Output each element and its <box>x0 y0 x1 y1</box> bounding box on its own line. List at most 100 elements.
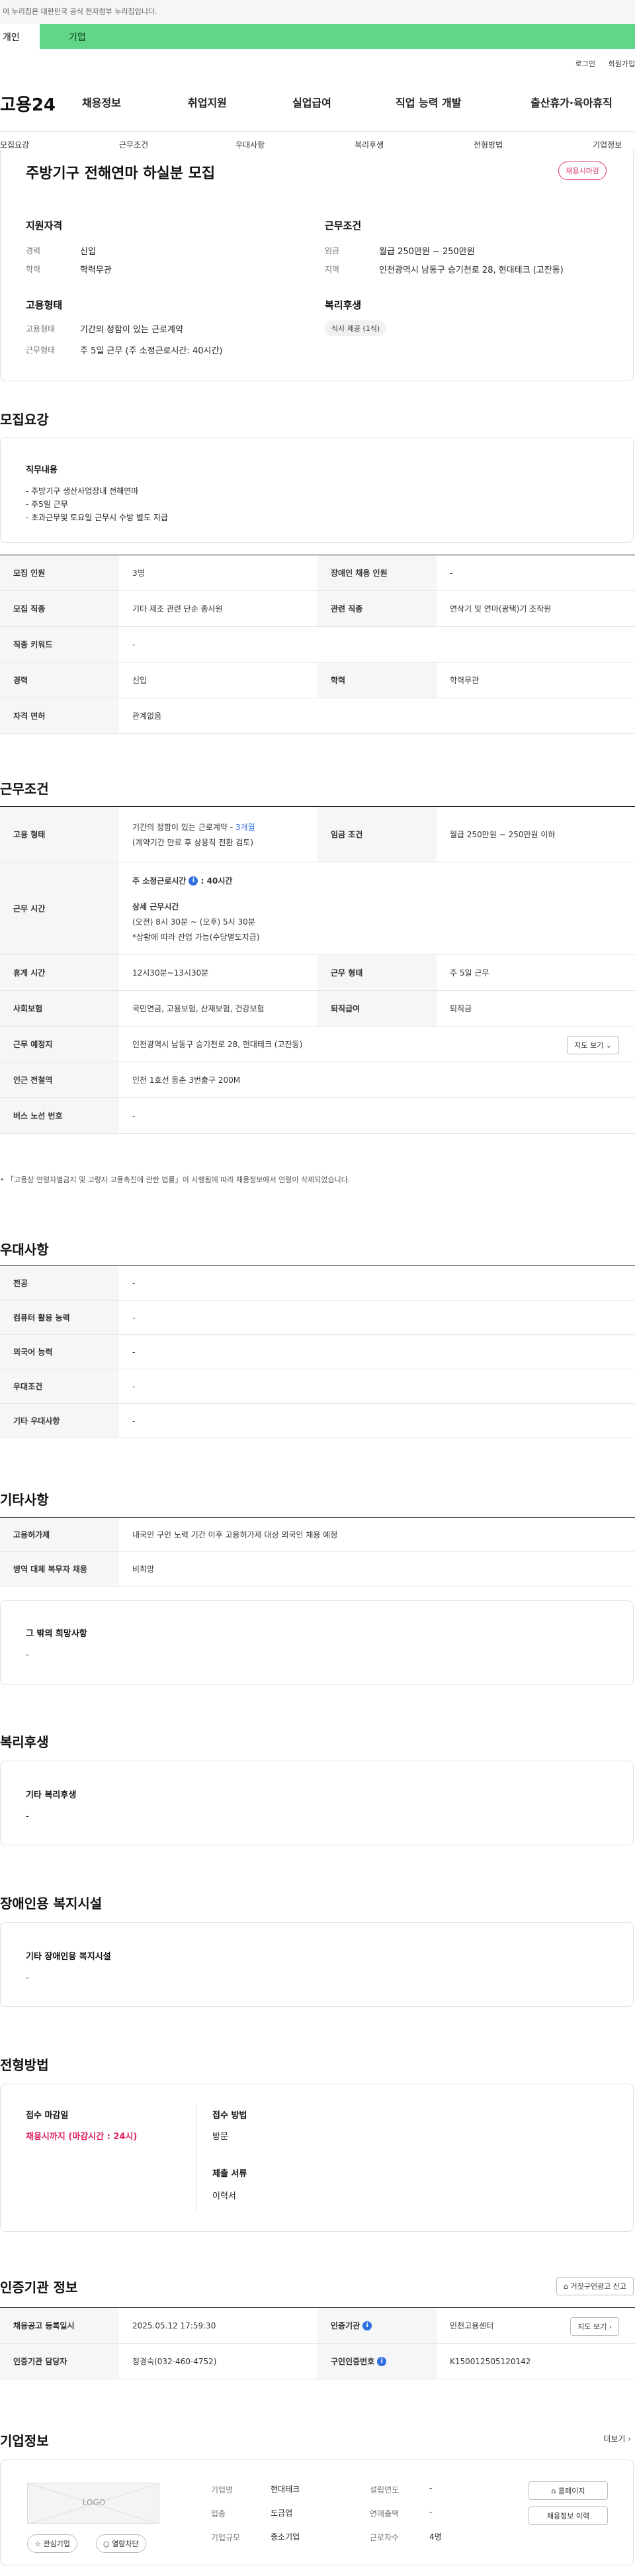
cert-map-button[interactable]: 지도 보기 › <box>570 2317 619 2336</box>
table-row: 기타 우대사항 - <box>0 1404 635 1438</box>
table-header: 인근 전철역 <box>0 1062 119 1097</box>
company-field-label: 기업명 <box>211 2485 233 2495</box>
table-header: 외국어 능력 <box>0 1335 119 1369</box>
table-row: 경력 신입 학력 학력무관 <box>0 663 635 698</box>
pref-section-title: 우대사항 <box>0 1242 49 1258</box>
gnb-item-jobs[interactable]: 채용정보 <box>82 94 121 110</box>
table-header: 학력 <box>318 663 437 698</box>
duty-line: - 주5일 근무 <box>26 500 68 509</box>
table-row: 휴게 시간 12시30분~13시30분 근무 형태 주 5일 근무 <box>0 955 635 991</box>
cert-number-label: 구인인증번호 <box>331 2357 375 2366</box>
gnb-item-training[interactable]: 직업 능력 개발 <box>396 94 461 110</box>
homepage-button[interactable]: ⌂ 홈페이지 <box>529 2481 608 2500</box>
subnav-work[interactable]: 근무조건 <box>119 139 148 150</box>
home-icon: ⌂ <box>551 2487 556 2495</box>
top-links: 로그인 회원가입 <box>565 58 635 69</box>
table-header: 기타 우대사항 <box>0 1404 119 1438</box>
subnav-company[interactable]: 기업정보 <box>593 139 622 150</box>
subnav-welfare[interactable]: 복리후생 <box>355 139 384 150</box>
homepage-label: 홈페이지 <box>558 2487 585 2495</box>
gnb-item-employment-support[interactable]: 취업지원 <box>188 94 227 110</box>
qual-label: 학력 <box>26 265 41 274</box>
divider <box>196 2104 197 2213</box>
table-row: 전공 - <box>0 1266 635 1301</box>
table-header: 장애인 채용 인원 <box>318 555 437 590</box>
favorite-company-button[interactable]: ☆ 관심기업 <box>27 2534 77 2553</box>
table-header: 경력 <box>0 663 119 698</box>
table-cell: - <box>132 1312 136 1322</box>
wage-value: 월급 250만원 ~ 250만원 <box>379 247 475 257</box>
table-header: 채용공고 등록일시 <box>0 2308 119 2343</box>
table-cell: K150012505120142 <box>450 2356 531 2366</box>
work-table: 고용 형태 기간의 정함이 있는 근로계약 - 3개월 (계약기간 만료 후 상… <box>0 806 635 1134</box>
gnb-item-parental-leave[interactable]: 출산휴가·육아휴직 <box>530 94 613 110</box>
etc-wish-box: 그 밖의 희망사항 - <box>0 1600 634 1685</box>
table-row: 근무 예정지 인천광역시 남동구 승기천로 28, 현대테크 (고잔동) 지도 … <box>0 1027 635 1062</box>
legal-note-text: 「고용상 연령차별금지 및 고령자 고용촉진에 관한 법률」이 시행됨에 따라 … <box>7 1175 351 1184</box>
welfare-heading: 복리후생 <box>325 299 362 311</box>
login-link[interactable]: 로그인 <box>575 60 595 68</box>
table-header: 인증기관 담당자 <box>0 2344 119 2379</box>
company-more-link[interactable]: 더보기 › <box>603 2433 631 2444</box>
table-cell: 관계없음 <box>132 712 162 721</box>
tab-personal[interactable]: 개인 <box>0 24 40 49</box>
site-logo[interactable]: 고용24 <box>0 91 56 116</box>
table-header: 자격 면허 <box>0 698 119 733</box>
table-cell: - <box>132 1111 136 1121</box>
selection-box: 접수 마감일 채용시까지 (마감시간 : 24시) 접수 방법 방문 제출 서류… <box>0 2084 634 2232</box>
recruit-section-title: 모집요강 <box>0 412 49 428</box>
map-button-label: 지도 보기 <box>574 1041 604 1050</box>
block-view-button[interactable]: ○ 열람차단 <box>96 2534 146 2553</box>
table-cell: 신입 <box>132 676 148 685</box>
table-cell: - <box>132 1416 136 1426</box>
table-header: 사회보험 <box>0 991 119 1026</box>
table-row: 우대조건 - <box>0 1369 635 1404</box>
global-nav: 고용24 채용정보 취업지원 실업급여 직업 능력 개발 출산휴가·육아휴직 <box>0 91 635 119</box>
tab-company[interactable]: 기업 <box>69 30 86 44</box>
home-icon: ⌂ <box>564 2282 569 2291</box>
table-cell: 비희망 <box>132 1565 155 1574</box>
info-icon[interactable]: i <box>189 876 198 886</box>
chevron-right-icon: › <box>628 2434 631 2444</box>
table-cell: - <box>132 639 136 649</box>
company-field-value: 4명 <box>429 2532 442 2542</box>
etc-box-title: 그 밖의 희망사항 <box>26 1629 87 1639</box>
table-row: 버스 노선 번호 - <box>0 1098 635 1134</box>
table-cell: - <box>132 1381 136 1391</box>
subnav-pref[interactable]: 우대사항 <box>235 139 265 150</box>
gnb-item-unemployment-benefit[interactable]: 실업급여 <box>292 94 331 110</box>
table-row: 채용공고 등록일시 2025.05.12 17:59:30 인증기관 i 인천고용… <box>0 2308 635 2344</box>
join-link[interactable]: 회원가입 <box>609 60 635 68</box>
subnav-selection[interactable]: 전형방법 <box>474 139 503 150</box>
subnav-recruit[interactable]: 모집요강 <box>0 139 29 150</box>
welfare-box: 기타 복리후생 - <box>0 1761 634 1845</box>
recruit-table: 모집 인원 3명 장애인 채용 인원 - 모집 직종 기타 제조 관련 단순 종… <box>0 555 635 734</box>
table-row: 고용허가제 내국인 구인 노력 기간 이후 고용허가제 대상 외국인 채용 예정 <box>0 1518 635 1552</box>
etc-table: 고용허가제 내국인 구인 노력 기간 이후 고용허가제 대상 외국인 채용 예정… <box>0 1517 635 1587</box>
table-cell: 2025.05.12 17:59:30 <box>132 2321 216 2330</box>
table-header: 컴퓨터 활용 능력 <box>0 1301 119 1334</box>
job-history-button[interactable]: 채용정보 이력 <box>529 2507 608 2525</box>
table-header: 모집 직종 <box>0 591 119 626</box>
disabled-section-title: 장애인용 복지시설 <box>0 1896 103 1911</box>
company-card: LOGO ☆ 관심기업 ○ 열람차단 기업명 현대테크 업종 도금업 기업규모 … <box>0 2460 634 2565</box>
report-fake-ad-button[interactable]: ⌂ 거짓구인광고 신고 <box>556 2277 634 2295</box>
cert-section-title: 인증기관 정보 <box>0 2279 78 2295</box>
table-row: 인근 전철역 인천 1호선 동춘 3번출구 200M <box>0 1062 635 1098</box>
table-header: 고용 형태 <box>0 807 119 862</box>
work-label: 임금 <box>325 246 340 255</box>
info-icon[interactable]: i <box>362 2321 372 2330</box>
company-field-value: - <box>429 2507 433 2516</box>
table-cell: 학력무관 <box>450 676 480 685</box>
bullet-icon: • <box>0 1175 5 1184</box>
map-button[interactable]: 지도 보기 ⌄ <box>567 1036 619 1054</box>
table-header: 근무 시간 <box>0 862 119 954</box>
cert-map-label: 지도 보기 <box>577 2323 607 2331</box>
deadline-label: 접수 마감일 <box>26 2111 69 2121</box>
info-icon[interactable]: i <box>377 2356 387 2366</box>
work-label: 지역 <box>325 265 340 274</box>
table-cell: 3명 <box>132 569 145 578</box>
company-field-label: 설립연도 <box>370 2485 400 2495</box>
legal-note: • 「고용상 연령차별금지 및 고령자 고용촉진에 관한 법률」이 시행됨에 따… <box>0 1174 350 1185</box>
table-header: 직종 키워드 <box>0 627 119 662</box>
